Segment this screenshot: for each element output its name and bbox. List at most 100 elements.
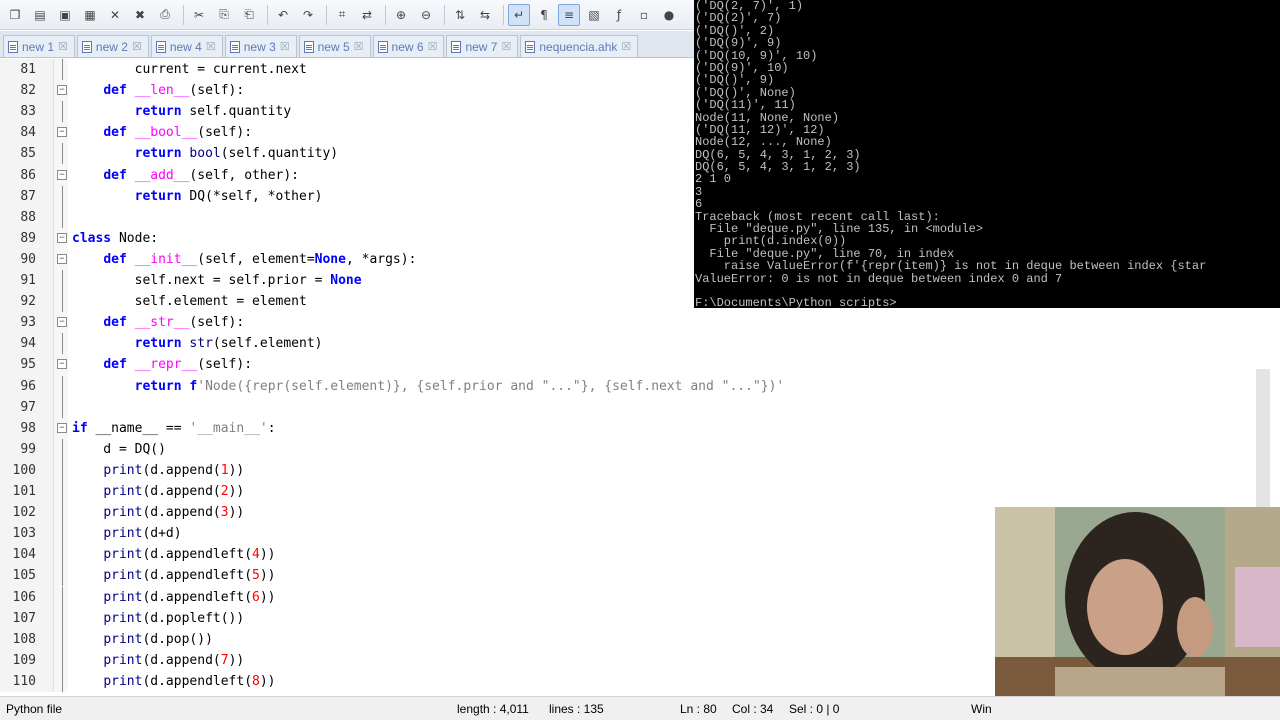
replace-icon[interactable]: ⇄ [356, 4, 378, 26]
show-all-chars-icon[interactable]: ¶ [533, 4, 555, 26]
close-icon[interactable]: ✕ [104, 4, 126, 26]
document-icon [525, 40, 536, 53]
tab-close-icon[interactable]: ☒ [132, 40, 142, 53]
save-all-icon[interactable]: ▦ [79, 4, 101, 26]
toolbar-separator [183, 4, 184, 25]
code-line[interactable]: 93 − def __str__(self): [0, 312, 1260, 333]
zoom-in-icon[interactable]: ⊕ [390, 4, 412, 26]
function-list-icon[interactable]: ƒ [608, 4, 630, 26]
paste-icon[interactable]: ⎗ [238, 4, 260, 26]
tab-close-icon[interactable]: ☒ [501, 40, 511, 53]
word-wrap-icon[interactable]: ↵ [508, 3, 530, 26]
code-text: self.next = self.prior = None [72, 273, 362, 288]
fold-toggle-icon[interactable]: − [57, 423, 67, 433]
code-text: if __name__ == '__main__': [72, 421, 276, 436]
tab-new-2[interactable]: new 2 ☒ [76, 35, 149, 57]
fold-toggle-icon[interactable]: − [57, 317, 67, 327]
code-line[interactable]: 101 print(d.append(2)) [0, 481, 1260, 502]
tab-new-3[interactable]: new 3 ☒ [224, 35, 297, 57]
fold-guide-line [62, 544, 63, 565]
document-icon [8, 40, 18, 53]
code-text: self.element = element [72, 294, 307, 309]
code-line[interactable]: 94 return str(self.element) [0, 333, 1260, 354]
code-text: print(d.appendleft(6)) [103, 590, 276, 605]
redo-icon[interactable]: ↷ [297, 4, 319, 26]
code-text: print(d.append(1)) [103, 463, 245, 478]
close-all-icon[interactable]: ✖ [129, 4, 151, 26]
tab-close-icon[interactable]: ☒ [206, 40, 216, 53]
line-number: 96 [20, 379, 36, 394]
tab-new-4[interactable]: new 4 ☒ [150, 35, 223, 57]
code-line[interactable]: 95 − def __repr__(self): [0, 354, 1260, 375]
line-number: 93 [20, 315, 36, 330]
fold-guide-line [62, 101, 63, 122]
code-text: print(d.append(3)) [103, 505, 245, 520]
find-icon[interactable]: ⌗ [331, 4, 353, 26]
code-line[interactable]: 97 [0, 397, 1260, 418]
fold-toggle-icon[interactable]: − [57, 85, 67, 95]
tab-nequencia-ahk[interactable]: nequencia.ahk ☒ [520, 35, 639, 57]
code-text: def __bool__(self): [103, 125, 253, 140]
code-text: return self.quantity [134, 104, 292, 119]
webcam-overlay [995, 507, 1280, 720]
tab-new-1[interactable]: new 1 ☒ [3, 35, 75, 57]
tab-label: new 4 [169, 39, 202, 54]
doc-map-icon[interactable]: ▧ [583, 4, 605, 26]
new-file-icon[interactable]: ❐ [4, 4, 26, 26]
tab-close-icon[interactable]: ☒ [621, 40, 631, 53]
copy-icon[interactable]: ⎘ [213, 4, 235, 26]
sync-h-icon[interactable]: ⇆ [474, 4, 496, 26]
tab-close-icon[interactable]: ☒ [58, 40, 68, 53]
code-line[interactable]: 96 return f'Node({repr(self.element)}, {… [0, 376, 1260, 397]
save-icon[interactable]: ▣ [54, 4, 76, 26]
document-icon [229, 40, 240, 53]
fold-guide-line [62, 671, 63, 692]
indent-guide-icon[interactable]: ≡ [558, 3, 580, 26]
tab-new-5[interactable]: new 5 ☒ [298, 35, 371, 57]
fold-guide-line [62, 291, 63, 312]
line-number: 99 [20, 442, 36, 457]
tab-new-7[interactable]: new 7 ☒ [446, 35, 519, 57]
status-eol: Win [971, 702, 992, 716]
tab-close-icon[interactable]: ☒ [428, 40, 438, 53]
toolbar-separator [385, 4, 386, 25]
cut-icon[interactable]: ✂ [188, 4, 210, 26]
line-number: 88 [20, 210, 36, 225]
fold-toggle-icon[interactable]: − [57, 127, 67, 137]
sync-v-icon[interactable]: ⇅ [449, 4, 471, 26]
line-number: 106 [12, 590, 36, 605]
code-text: print(d.append(2)) [103, 484, 245, 499]
code-line[interactable]: 99 d = DQ() [0, 439, 1260, 460]
line-number: 103 [12, 526, 36, 541]
line-number: 105 [12, 568, 36, 583]
line-number: 104 [12, 547, 36, 562]
code-text: return f'Node({repr(self.element)}, {sel… [134, 379, 785, 394]
tab-close-icon[interactable]: ☒ [354, 40, 364, 53]
undo-icon[interactable]: ↶ [272, 4, 294, 26]
code-text: return bool(self.quantity) [134, 146, 339, 161]
terminal-output[interactable]: ('DQ(2, 7)', 1) ('DQ(2)', 7) ('DQ()', 2) ('… [694, 0, 1280, 308]
fold-guide-line [62, 270, 63, 291]
fold-toggle-icon[interactable]: − [57, 233, 67, 243]
print-icon[interactable]: ⎙ [154, 4, 176, 26]
code-line[interactable]: 98 − if __name__ == '__main__': [0, 418, 1260, 439]
line-number: 82 [20, 83, 36, 98]
code-text: def __str__(self): [103, 315, 245, 330]
tab-new-6[interactable]: new 6 ☒ [372, 35, 445, 57]
document-icon [377, 40, 388, 53]
fold-toggle-icon[interactable]: − [57, 170, 67, 180]
terminal-line: 6 [695, 197, 703, 212]
open-file-icon[interactable]: ▤ [29, 4, 51, 26]
code-text: def __init__(self, element=None, *args): [103, 252, 417, 267]
code-line[interactable]: 100 print(d.append(1)) [0, 460, 1260, 481]
fold-toggle-icon[interactable]: − [57, 359, 67, 369]
code-text: d = DQ() [72, 442, 166, 457]
code-text: print(d.appendleft(8)) [103, 674, 276, 689]
fold-toggle-icon[interactable]: − [57, 254, 67, 264]
folder-workspace-icon[interactable]: ▫ [633, 4, 655, 26]
status-lines: lines : 135 [549, 702, 604, 716]
macro-record-icon[interactable]: ● [658, 4, 680, 26]
fold-guide-line [62, 207, 63, 228]
tab-close-icon[interactable]: ☒ [280, 40, 290, 53]
zoom-out-icon[interactable]: ⊖ [415, 4, 437, 26]
